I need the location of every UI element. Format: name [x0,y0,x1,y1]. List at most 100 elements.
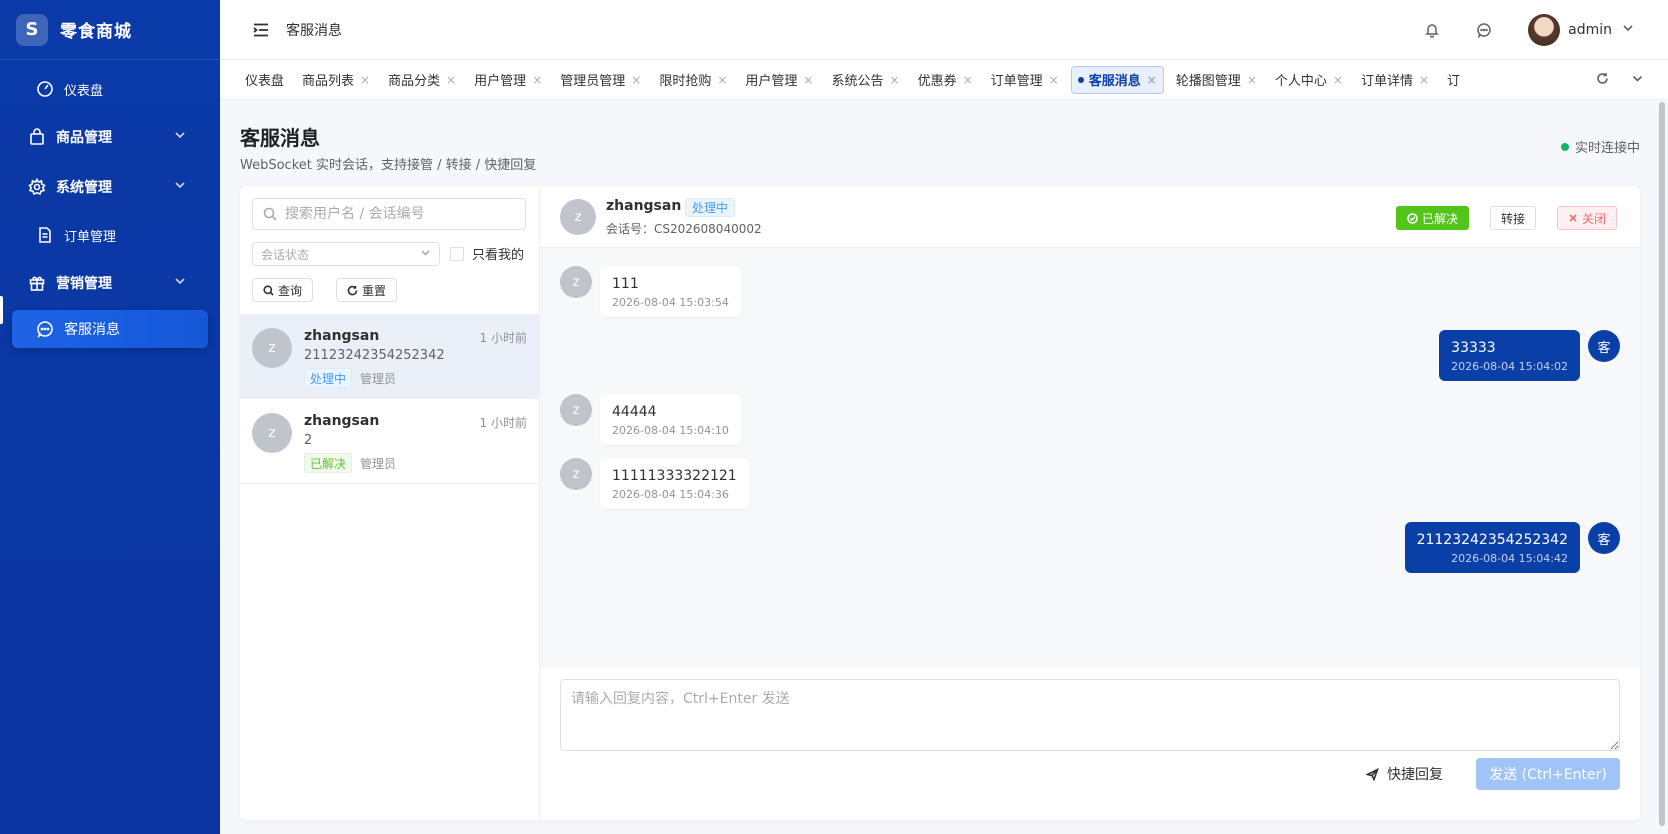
header-actions: admin [1424,13,1668,46]
sidebar-item-dashboard[interactable]: 仪表盘 [0,66,220,112]
sidebar: S 零食商城 仪表盘 商品管理 系统管理 订单管理 营销管理 客服消息 [0,0,220,834]
transfer-button[interactable]: 转接 [1490,206,1537,230]
close-icon[interactable]: × [631,73,641,87]
resolve-button[interactable]: 已解决 [1396,206,1470,230]
tab-label: 系统公告 [831,74,884,89]
sidebar-item-orders[interactable]: 订单管理 [0,212,220,258]
list-item[interactable]: z zhangsan 1 小时前 2 已解决 管理员 [240,399,539,484]
close-icon[interactable]: × [717,73,727,87]
close-icon[interactable]: × [360,73,370,87]
tab-profile[interactable]: 个人中心 × [1269,66,1349,94]
message-bubble: 33333 2026-08-04 15:04:02 [1439,330,1580,381]
reply-input[interactable] [560,679,1620,751]
avatar: 客 [1588,522,1620,554]
chat-user-name: zhangsan [606,198,682,214]
tab-carousel[interactable]: 轮播图管理 × [1170,66,1263,94]
avatar[interactable] [1528,13,1561,46]
tab-label: 商品列表 [302,74,355,89]
close-icon[interactable]: × [803,73,813,87]
close-icon[interactable]: × [1419,73,1429,87]
sidebar-item-customer-service[interactable]: 客服消息 [12,310,208,348]
sidebar-item-label: 仪表盘 [64,83,104,99]
close-icon[interactable]: × [532,73,542,87]
only-mine-checkbox[interactable]: 只看我的 [450,244,524,263]
sidebar-item-system[interactable]: 系统管理 [0,162,220,212]
bell-icon[interactable] [1424,22,1440,38]
search-box[interactable] [252,198,526,230]
close-icon[interactable]: × [446,73,456,87]
chevron-down-icon [174,179,186,195]
top-header: 客服消息 admin [220,0,1668,60]
chat-card: 会话状态 只看我的 查询 重置 z zhangsan 1 小时前 2112324… [240,186,1640,820]
close-session-button[interactable]: 关闭 [1557,206,1618,230]
resolve-button-label: 已解决 [1422,211,1459,226]
avatar: z [560,394,592,426]
conversation-panel: 会话状态 只看我的 查询 重置 z zhangsan 1 小时前 2112324… [240,186,540,820]
avatar: 客 [1588,330,1620,362]
conversation-list: z zhangsan 1 小时前 21123242354252342 处理中 管… [240,314,539,484]
close-icon[interactable]: × [1247,73,1257,87]
list-item[interactable]: z zhangsan 1 小时前 21123242354252342 处理中 管… [240,314,539,399]
tab-label: 仪表盘 [245,74,285,89]
tab-flash-sale[interactable]: 限时抢购 × [653,66,733,94]
sidebar-item-label: 订单管理 [64,229,117,245]
refresh-icon[interactable] [1596,72,1609,89]
tab-overflow[interactable]: 订 [1441,66,1466,94]
send-button[interactable]: 发送 (Ctrl+Enter) [1476,758,1620,790]
chevron-down-icon[interactable] [1622,22,1634,38]
tab-coupons[interactable]: 优惠券 × [912,66,979,94]
tab-admin-management[interactable]: 管理员管理 × [554,66,647,94]
bag-icon [28,128,46,146]
close-icon[interactable]: × [890,73,900,87]
conversation-role: 管理员 [360,457,397,471]
close-icon[interactable]: × [963,73,973,87]
menu-toggle-icon[interactable] [252,21,270,39]
tab-user-management[interactable]: 用户管理 × [468,66,548,94]
close-icon[interactable]: × [1049,73,1059,87]
conversation-role: 管理员 [360,372,397,386]
query-button[interactable]: 查询 [252,278,314,302]
message-time: 2026-08-04 15:04:10 [612,424,729,437]
document-icon [36,226,54,244]
brand[interactable]: S 零食商城 [0,0,220,60]
tab-user-management-2[interactable]: 用户管理 × [739,66,819,94]
tab-dashboard[interactable]: 仪表盘 [239,66,290,94]
reset-button[interactable]: 重置 [336,278,398,302]
composer: 快捷回复 发送 (Ctrl+Enter) [540,668,1640,820]
tab-order-detail[interactable]: 订单详情 × [1355,66,1435,94]
tab-product-list[interactable]: 商品列表 × [296,66,376,94]
quick-reply-button[interactable]: 快捷回复 [1366,764,1443,784]
user-name[interactable]: admin [1568,22,1612,38]
conversation-user: zhangsan [304,328,380,344]
chevron-down-icon [174,275,186,291]
tab-label: 订 [1447,74,1461,89]
message-list: z 111 2026-08-04 15:03:54 客 33333 2026-0… [540,248,1640,668]
session-id: 会话号：CS202608040002 [606,222,762,236]
page-subtitle: WebSocket 实时会话，支持接管 / 转接 / 快捷回复 [240,158,537,173]
avatar: z [560,266,592,298]
quick-reply-label: 快捷回复 [1387,767,1443,783]
dashboard-icon [36,80,54,98]
avatar: z [560,199,596,235]
close-icon[interactable]: × [1147,73,1157,87]
sidebar-item-products[interactable]: 商品管理 [0,112,220,162]
check-circle-icon [1407,212,1418,224]
page-scrollbar[interactable] [1656,100,1668,834]
tab-label: 客服消息 [1088,74,1141,89]
tab-customer-service[interactable]: 客服消息 × [1070,65,1164,94]
chat-panel: z zhangsan 处理中 会话号：CS202608040002 已解决 转接… [540,186,1640,820]
message-icon[interactable] [1476,22,1492,39]
tab-label: 管理员管理 [560,74,626,89]
status-select[interactable]: 会话状态 [252,242,440,266]
close-icon[interactable]: × [1333,73,1343,87]
sidebar-item-marketing[interactable]: 营销管理 [0,258,220,308]
scrollbar-thumb[interactable] [1659,102,1665,826]
checkbox[interactable] [450,246,464,261]
search-input[interactable] [285,206,515,222]
chevron-down-icon[interactable] [1631,72,1644,89]
tab-orders[interactable]: 订单管理 × [985,66,1065,94]
tab-product-category[interactable]: 商品分类 × [382,66,462,94]
tab-label: 订单详情 [1360,74,1413,89]
tab-announcements[interactable]: 系统公告 × [825,66,905,94]
message-text: 44444 [612,404,657,420]
